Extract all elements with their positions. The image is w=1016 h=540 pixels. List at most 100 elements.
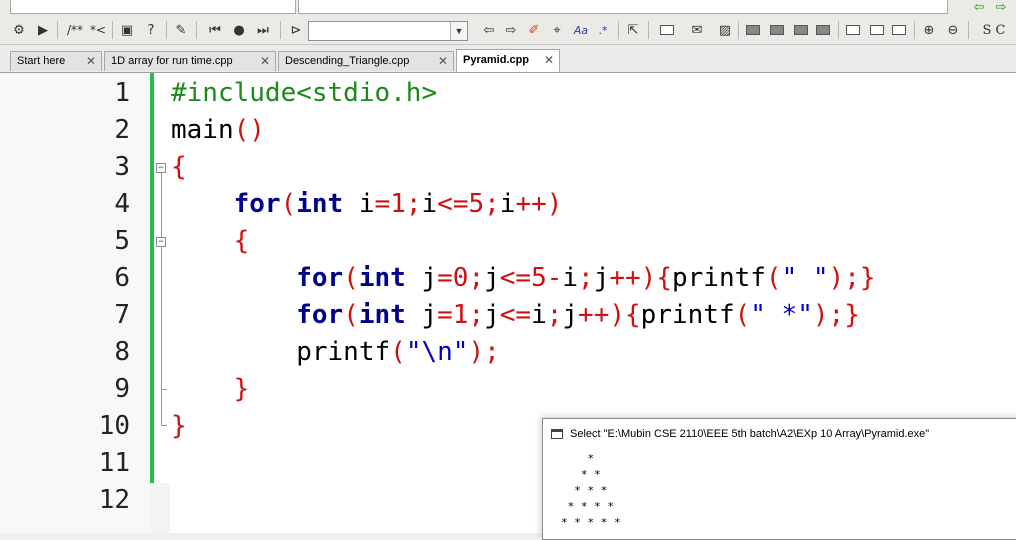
- code-line[interactable]: for(int j=0;j<=5-i;j++){printf(" ");}: [171, 260, 875, 297]
- image-icon[interactable]: ▨: [716, 21, 734, 39]
- toolbar-separator: [648, 21, 649, 39]
- zoom-out-icon[interactable]: ⊖: [944, 21, 962, 39]
- toolbar-separator: [618, 21, 619, 39]
- line-number: 8: [114, 337, 130, 367]
- select-cursor-icon[interactable]: ⇱: [624, 21, 642, 39]
- jump-icon[interactable]: ⊳: [287, 21, 305, 39]
- line-number: 7: [114, 300, 130, 330]
- code-line[interactable]: main(): [171, 112, 265, 149]
- build-gear-icon[interactable]: ⚙: [10, 21, 28, 39]
- code-line[interactable]: #include<stdio.h>: [171, 75, 437, 112]
- line-number: 12: [98, 485, 130, 515]
- code-line[interactable]: for(int j=1;j<=i;j++){printf(" *");}: [171, 297, 860, 334]
- match-case-icon[interactable]: Aa: [570, 21, 592, 39]
- top-combo-right[interactable]: [298, 0, 948, 14]
- fold-collapse-icon[interactable]: −: [156, 237, 166, 247]
- console-window-icon: [551, 429, 563, 439]
- step-back-icon[interactable]: ⏮: [206, 21, 224, 39]
- line-number: 5: [114, 226, 130, 256]
- tab-label: 1D array for run time.cpp: [111, 55, 233, 67]
- code-line[interactable]: {: [171, 149, 187, 186]
- console-window[interactable]: Select "E:\Mubin CSE 2110\EEE 5th batch\…: [542, 418, 1016, 540]
- toolbar-separator: [112, 21, 113, 39]
- tab-start-here[interactable]: Start here ✕: [10, 51, 102, 71]
- forward-green-icon[interactable]: ⇨: [992, 0, 1010, 16]
- fold-line: [161, 173, 162, 425]
- console-title-bar[interactable]: Select "E:\Mubin CSE 2110\EEE 5th batch\…: [543, 419, 1016, 449]
- nav-forward-icon[interactable]: ⇨: [502, 21, 520, 39]
- toolbar-separator: [838, 21, 839, 39]
- frame-icon[interactable]: [868, 21, 886, 39]
- chevron-down-icon[interactable]: ▼: [450, 22, 467, 40]
- fold-end-marker: [161, 389, 167, 390]
- s-c-buttons[interactable]: S C: [974, 21, 1014, 39]
- line-number: 11: [98, 448, 130, 478]
- back-green-icon[interactable]: ⇦: [970, 0, 988, 16]
- layout-icon[interactable]: [792, 21, 810, 39]
- zoom-in-icon[interactable]: ⊕: [920, 21, 938, 39]
- code-line[interactable]: {: [171, 223, 250, 260]
- tab-label: Start here: [17, 55, 66, 67]
- block-icon[interactable]: [658, 21, 676, 39]
- code-line[interactable]: printf("\n");: [171, 334, 500, 371]
- frame-icon[interactable]: [844, 21, 862, 39]
- regex-icon[interactable]: .*: [594, 21, 612, 39]
- comment-button[interactable]: /**: [62, 21, 88, 39]
- layout-icon[interactable]: [744, 21, 762, 39]
- find-icon[interactable]: ⌖: [548, 21, 566, 39]
- console-output-line: * *: [561, 468, 601, 481]
- line-number: 1: [114, 78, 130, 108]
- fold-end-marker: [161, 425, 167, 426]
- line-number: 2: [114, 115, 130, 145]
- wrench-icon[interactable]: ✎: [172, 21, 190, 39]
- tab-label: Descending_Triangle.cpp: [285, 55, 410, 67]
- line-number: 3: [114, 152, 130, 182]
- fold-collapse-icon[interactable]: −: [156, 163, 166, 173]
- run-icon[interactable]: ▶: [34, 21, 52, 39]
- console-output-line: * * * *: [561, 500, 614, 513]
- code-line[interactable]: for(int i=1;i<=5;i++): [171, 186, 563, 223]
- line-number: 4: [114, 189, 130, 219]
- toolbar-separator: [968, 21, 969, 39]
- line-number: 6: [114, 263, 130, 293]
- window-icon[interactable]: ▣: [118, 21, 136, 39]
- close-icon[interactable]: ✕: [544, 50, 554, 71]
- toolbar: ⇦ ⇨ ⚙ ▶ /** *< ▣ ? ✎ ⏮ ● ⏭ ⊳ ▼ ⇦ ⇨ ✐ ⌖ A…: [0, 0, 1016, 45]
- top-combo-left[interactable]: [10, 0, 296, 14]
- console-output-line: * * * * *: [561, 516, 621, 529]
- nav-back-icon[interactable]: ⇦: [480, 21, 498, 39]
- close-icon[interactable]: ✕: [438, 52, 448, 70]
- highlight-pen-icon[interactable]: ✐: [525, 21, 543, 39]
- close-icon[interactable]: ✕: [86, 52, 96, 70]
- toolbar-separator: [166, 21, 167, 39]
- tab-pyramid[interactable]: Pyramid.cpp ✕: [456, 49, 560, 72]
- frame-icon[interactable]: [890, 21, 908, 39]
- tab-descending-triangle[interactable]: Descending_Triangle.cpp ✕: [278, 51, 454, 71]
- toolbar-separator: [57, 21, 58, 39]
- toolbar-separator: [914, 21, 915, 39]
- console-title: Select "E:\Mubin CSE 2110\EEE 5th batch\…: [570, 428, 930, 440]
- tab-1d-array[interactable]: 1D array for run time.cpp ✕: [104, 51, 276, 71]
- close-icon[interactable]: ✕: [260, 52, 270, 70]
- step-forward-icon[interactable]: ⏭: [254, 21, 272, 39]
- help-icon[interactable]: ?: [142, 21, 160, 39]
- change-bar: [150, 73, 154, 483]
- mail-icon[interactable]: ✉: [688, 21, 706, 39]
- code-line[interactable]: }: [171, 408, 187, 445]
- toolbar-separator: [280, 21, 281, 39]
- tab-bar: Start here ✕ 1D array for run time.cpp ✕…: [0, 45, 1016, 73]
- breakpoint-icon[interactable]: ●: [230, 21, 248, 39]
- toolbar-separator: [738, 21, 739, 39]
- line-number: 10: [98, 411, 130, 441]
- line-number: 9: [114, 374, 130, 404]
- console-output-line: * * *: [561, 484, 608, 497]
- tab-label: Pyramid.cpp: [463, 54, 530, 66]
- toolbar-separator: [196, 21, 197, 39]
- console-output-line: *: [561, 452, 595, 465]
- uncomment-button[interactable]: *<: [88, 21, 108, 39]
- code-line[interactable]: }: [171, 371, 250, 408]
- layout-icon[interactable]: [814, 21, 832, 39]
- layout-icon[interactable]: [768, 21, 786, 39]
- gutter-margin: [150, 483, 170, 533]
- scope-combo[interactable]: ▼: [308, 21, 468, 41]
